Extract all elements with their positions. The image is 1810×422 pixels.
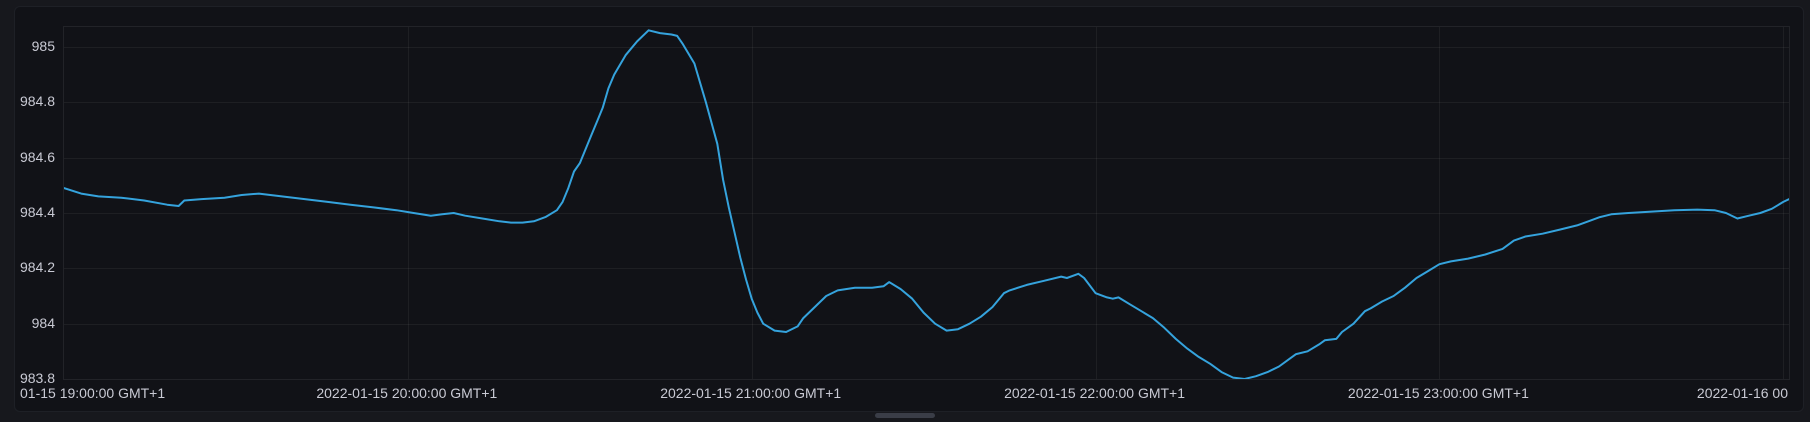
line-series-canvas [64,27,1789,379]
y-axis-label: 985 [15,39,55,53]
y-axis-label: 984.6 [15,150,55,164]
scrollbar-thumb[interactable] [875,413,935,418]
gridline-horizontal [64,379,1789,380]
x-axis-label: 2022-01-15 20:00:00 GMT+1 [316,386,497,400]
horizontal-scrollbar-track [0,412,1810,422]
series-line [64,30,1789,379]
plot-area[interactable] [63,26,1790,380]
x-axis-label: 2022-01-15 22:00:00 GMT+1 [1004,386,1185,400]
y-axis-label: 984.8 [15,94,55,108]
x-axis-label: 01-15 19:00:00 GMT+1 [20,386,165,400]
y-axis-label: 983.8 [15,371,55,385]
y-axis-label: 984.2 [15,260,55,274]
x-axis-label: 2022-01-15 21:00:00 GMT+1 [660,386,841,400]
dashboard-page: 985 984.8 984.6 984.4 984.2 984 983.8 01-15 19… [0,0,1810,422]
y-axis-label: 984.4 [15,205,55,219]
x-axis-label: 2022-01-16 00 [1697,386,1788,400]
y-axis-label: 984 [15,316,55,330]
x-axis-label: 2022-01-15 23:00:00 GMT+1 [1348,386,1529,400]
timeseries-panel: 985 984.8 984.6 984.4 984.2 984 983.8 01-15 19… [14,6,1804,412]
